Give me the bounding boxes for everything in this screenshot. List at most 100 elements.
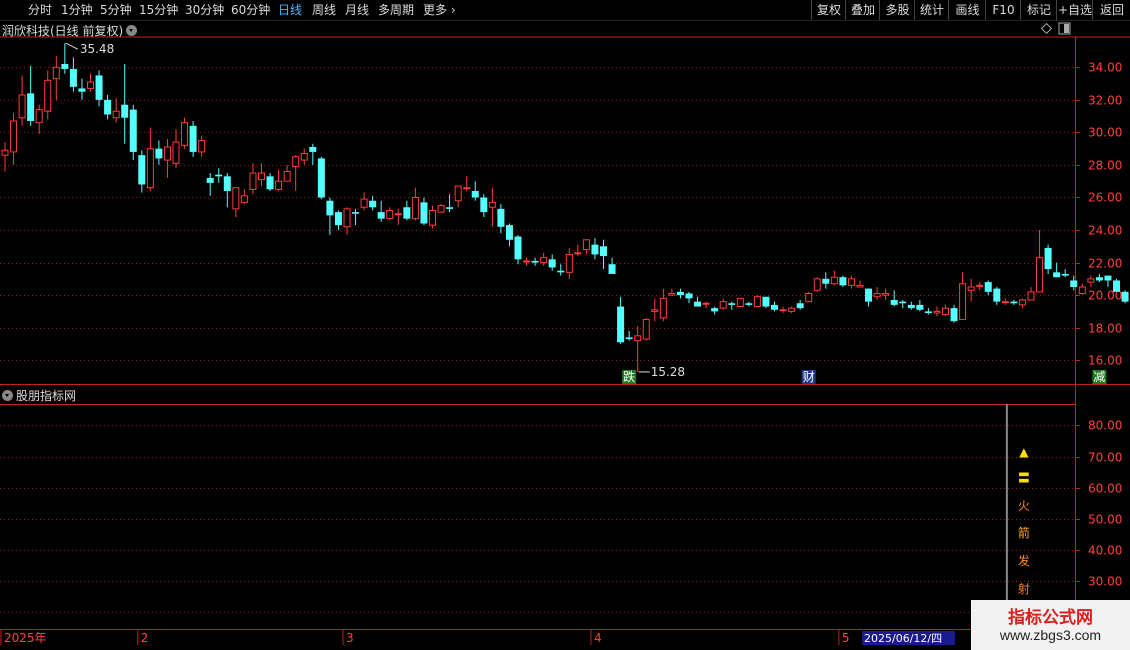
watermark-title: 指标公式网	[1008, 608, 1093, 628]
candle-up	[651, 309, 659, 312]
candle-up	[668, 292, 676, 296]
candle-up	[856, 284, 864, 288]
candle-up	[1078, 286, 1086, 294]
candle-up	[847, 278, 855, 286]
low-price-label: 15.28	[651, 365, 685, 379]
candle-down	[497, 208, 505, 227]
candle-up	[275, 180, 283, 190]
candle-up	[805, 292, 813, 303]
time-axis-label: 5	[842, 631, 850, 645]
candle-up	[574, 252, 582, 255]
candle-down	[129, 109, 137, 152]
candle-down	[762, 296, 770, 307]
candle-up	[454, 185, 462, 202]
candle-up	[942, 307, 949, 316]
candle-down	[1010, 301, 1018, 304]
signal-char: 发	[1018, 553, 1030, 568]
candle-down	[27, 93, 35, 121]
candle-up	[258, 172, 265, 181]
time-axis-label: 2	[141, 631, 149, 645]
candle-down	[266, 176, 274, 190]
signal-char: 箭	[1018, 525, 1030, 540]
candle-up	[779, 309, 787, 312]
candle-down	[1113, 280, 1120, 292]
candle-down	[865, 288, 873, 302]
watermark-logo: 指标公式网 www.zbgs3.com	[971, 600, 1130, 650]
candle-up	[1001, 301, 1009, 304]
event-marker-text: 减	[1093, 370, 1105, 384]
candle-up	[976, 284, 984, 287]
candle-down	[1104, 275, 1112, 281]
candle-down	[839, 277, 847, 286]
candle-up	[437, 205, 445, 213]
candle-up	[1018, 299, 1026, 306]
candle-up	[830, 276, 838, 285]
candle-down	[924, 311, 932, 314]
candle-up	[873, 292, 881, 298]
candle-up	[1036, 257, 1044, 293]
diamond-icon[interactable]	[1040, 22, 1053, 35]
candle-down	[471, 190, 479, 198]
signal-char: 〓	[1018, 471, 1030, 485]
candle-down	[890, 300, 898, 305]
candle-up	[634, 335, 642, 342]
candle-up	[736, 297, 744, 308]
candle-up	[488, 201, 496, 208]
candle-down	[69, 68, 77, 87]
candle-down	[95, 75, 103, 100]
candle-down	[369, 200, 377, 208]
candle-down	[223, 176, 231, 191]
candle-up	[959, 283, 967, 321]
high-pointer	[65, 42, 79, 50]
candle-down	[480, 197, 488, 213]
kline-chart[interactable]: 16.0018.0020.0022.0024.0026.0028.0030.00…	[0, 0, 1130, 650]
candle-up	[240, 195, 248, 203]
cursor-date: 2025/06/12/四	[864, 632, 942, 645]
candle-up	[1027, 291, 1035, 301]
candle-up	[565, 253, 573, 273]
candle-up	[163, 146, 171, 161]
price-axis-label: 30.00	[1088, 126, 1122, 140]
candle-down	[138, 155, 146, 185]
candle-down	[1044, 247, 1052, 270]
candle-up	[360, 198, 368, 208]
candle-up	[1, 149, 9, 156]
candle-up	[933, 310, 941, 314]
time-axis-label: 4	[594, 631, 602, 645]
candle-down	[446, 207, 454, 209]
candle-up	[813, 278, 821, 291]
candle-down	[694, 301, 702, 307]
candle-up	[292, 156, 300, 168]
candle-down	[121, 104, 129, 118]
candle-down	[1121, 291, 1129, 302]
candle-up	[659, 297, 667, 319]
candle-up	[394, 213, 402, 216]
signal-char: ▲	[1019, 445, 1029, 459]
candle-up	[967, 286, 975, 291]
candle-down	[993, 288, 1001, 302]
candle-down	[950, 308, 958, 322]
candle-up	[172, 141, 180, 164]
price-axis-label: 22.00	[1088, 257, 1122, 271]
watermark-url: www.zbgs3.com	[999, 627, 1102, 643]
candle-down	[78, 88, 86, 92]
indicator-axis-label: 70.00	[1088, 451, 1122, 465]
indicator-axis-label: 30.00	[1088, 575, 1122, 589]
candle-up	[523, 260, 531, 263]
candle-up	[112, 110, 120, 119]
candle-down	[822, 278, 830, 284]
candle-down	[608, 264, 616, 274]
candle-up	[463, 187, 471, 190]
candle-up	[343, 208, 351, 228]
candle-down	[771, 304, 778, 310]
price-axis-label: 18.00	[1088, 322, 1122, 336]
candle-up	[300, 153, 308, 161]
candle-down	[984, 282, 992, 292]
time-axis-label: 3	[346, 631, 354, 645]
candle-down	[625, 337, 633, 340]
candle-down	[591, 244, 599, 255]
price-axis-label: 16.00	[1088, 354, 1122, 368]
indicator-axis-label: 60.00	[1088, 482, 1122, 496]
candle-down	[685, 293, 693, 299]
indicator-axis-label: 80.00	[1088, 419, 1122, 433]
